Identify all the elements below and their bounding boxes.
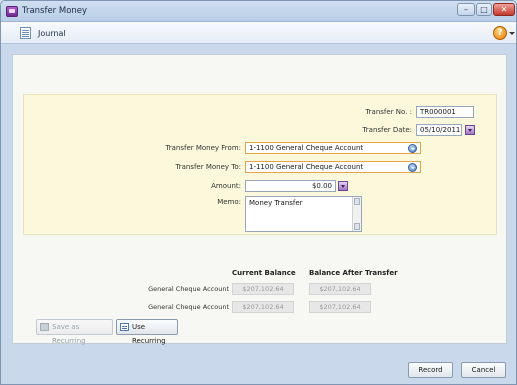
balance-account-label: General Cheque Account (148, 285, 229, 293)
current-balance-header: Current Balance (232, 269, 296, 277)
amount-input[interactable]: $0.00 (245, 180, 336, 192)
cancel-button[interactable]: Cancel (461, 362, 506, 378)
help-icon[interactable]: ? (493, 26, 507, 40)
save-recurring-icon (40, 323, 49, 331)
transfer-form: Transfer No. : TR000001 Transfer Date: 0… (23, 94, 497, 235)
memo-label: Memo: (217, 198, 241, 206)
journal-icon[interactable] (20, 27, 31, 39)
memo-text: Money Transfer (249, 199, 303, 207)
close-icon: ✕ (500, 5, 508, 14)
save-as-recurring-label: Save as Recurring (52, 323, 86, 345)
balance-account-label: General Cheque Account (148, 303, 229, 311)
journal-button[interactable]: Journal (38, 29, 66, 38)
memo-scrollbar[interactable] (352, 197, 361, 231)
from-account-dropdown-icon[interactable] (408, 144, 417, 153)
transfer-no-input[interactable]: TR000001 (416, 106, 474, 118)
close-button[interactable]: ✕ (493, 3, 515, 16)
main-panel: Transfer No. : TR000001 Transfer Date: 0… (12, 54, 507, 345)
current-balance-value: $207,102.64 (232, 283, 294, 295)
scroll-down-icon[interactable] (354, 223, 360, 230)
save-as-recurring-button[interactable]: Save as Recurring (36, 319, 113, 345)
window-title: Transfer Money (22, 6, 88, 16)
to-account-dropdown-icon[interactable] (408, 163, 417, 172)
transfer-money-icon (6, 6, 18, 17)
to-account-label: Transfer Money To: (175, 163, 241, 171)
maximize-icon: □ (480, 5, 488, 14)
balance-after-value: $207,102.64 (309, 283, 371, 295)
from-account-select[interactable]: 1-1100 General Cheque Account (245, 142, 421, 154)
calendar-dropdown-icon[interactable] (465, 125, 475, 135)
record-button[interactable]: Record (408, 362, 453, 378)
amount-calculator-icon[interactable] (338, 181, 348, 191)
use-recurring-icon (120, 323, 129, 331)
from-account-label: Transfer Money From: (165, 144, 241, 152)
current-balance-value: $207,102.64 (232, 301, 294, 313)
minimize-button[interactable]: – (457, 3, 475, 16)
use-recurring-label: Use Recurring (132, 323, 166, 345)
toolbar: Journal ? (1, 22, 516, 44)
transfer-money-window: Transfer Money – □ ✕ Journal ? Transfer … (0, 0, 517, 385)
transfer-date-input[interactable]: 05/10/2011 (416, 124, 462, 136)
balance-after-transfer-header: Balance After Transfer (309, 269, 398, 277)
memo-textarea[interactable]: Money Transfer (245, 196, 362, 232)
to-account-select[interactable]: 1-1100 General Cheque Account (245, 161, 421, 173)
help-dropdown-icon[interactable] (509, 32, 515, 35)
minimize-icon: – (464, 5, 468, 14)
transfer-date-label: Transfer Date: (362, 126, 412, 134)
amount-label: Amount: (211, 182, 241, 190)
title-bar: Transfer Money – □ ✕ (1, 1, 516, 22)
maximize-button[interactable]: □ (476, 3, 492, 16)
use-recurring-button[interactable]: Use Recurring (116, 319, 178, 345)
balance-after-value: $207,102.64 (309, 301, 371, 313)
transfer-no-label: Transfer No. : (365, 108, 412, 116)
scroll-up-icon[interactable] (354, 198, 360, 205)
